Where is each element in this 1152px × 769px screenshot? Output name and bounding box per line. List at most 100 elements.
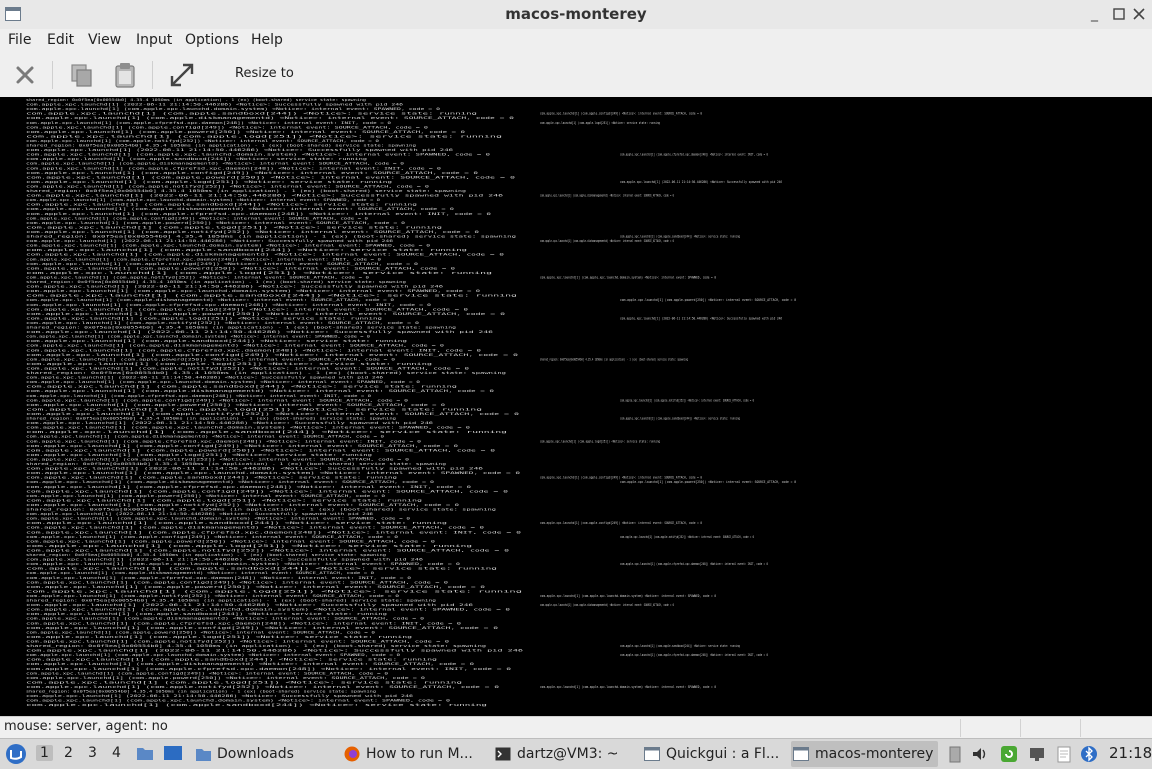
show-desktop-button[interactable] (163, 745, 183, 762)
log-line: com.apple.xpc.launchd[1] (com.apple.noti… (26, 412, 519, 416)
log-line: com.apple.xpc.launchd[1] (com.apple.noti… (26, 366, 469, 370)
start-menu-button[interactable] (5, 743, 27, 765)
log-line: com.apple.xpc.launchd[1] (com.apple.noti… (26, 685, 499, 689)
menu-view[interactable]: View (88, 32, 121, 48)
bluetooth-icon[interactable] (1080, 745, 1098, 763)
task-terminal[interactable]: dartz@VM3: ~ (493, 741, 635, 767)
update-manager-icon[interactable] (1000, 745, 1018, 763)
network-icon[interactable] (1028, 745, 1046, 763)
task-firefox[interactable]: How to run M... (342, 741, 484, 767)
resize-to-button[interactable]: Resize to (235, 66, 294, 81)
menu-help[interactable]: Help (251, 32, 283, 48)
log-line: com.apple.xpc.launchd[1] (com.apple.cfpr… (26, 257, 381, 261)
close-icon (1133, 8, 1145, 20)
log-line: com.apple.xpc.launchd[1] (com.apple.conf… (26, 353, 518, 357)
status-divider (1080, 719, 1081, 737)
log-line: com.apple.xpc.launchd[1] (com.apple.noti… (26, 548, 509, 552)
menu-options[interactable]: Options (185, 32, 239, 48)
workspace-3[interactable]: 3 (88, 745, 97, 761)
log-line: com.apple.xpc.launchd[1] (com.apple.sand… (26, 476, 397, 480)
log-line: com.apple.xpc.launchd[1] (com.apple.xpc.… (26, 153, 490, 157)
copy-button[interactable] (66, 59, 98, 91)
log-line: com.apple.xpc.launchd[1] (com.apple.conf… (26, 216, 368, 220)
log-line: shared_region: 0x0f5ea[0x00554b0] 4.35.4… (26, 417, 396, 421)
log-line: com.apple.xpc.launchd[1] (com.apple.conf… (26, 125, 428, 129)
clock: 21:18 (1109, 744, 1152, 762)
log-line: com.apple.xpc.launchd[1] (com.apple.noti… (620, 535, 754, 539)
status-divider (960, 719, 961, 737)
close-window-button[interactable] (1133, 6, 1145, 24)
log-line: com.apple.xpc.launchd[1] (com.apple.powe… (26, 630, 375, 634)
log-line: com.apple.xpc.launchd[1] (com.apple.powe… (26, 175, 515, 179)
log-line: com.apple.xpc.launchd[1] (com.apple.sand… (26, 339, 407, 343)
clipboard-tray-icon[interactable] (946, 745, 964, 763)
log-line: com.apple.xpc.launchd[1] (com.apple.sand… (26, 658, 437, 662)
firefox-icon (344, 746, 360, 762)
log-line: com.apple.xpc.launchd[1] (com.apple.powe… (620, 480, 796, 484)
log-line: com.apple.xpc.launchd[1] (com.apple.conf… (26, 489, 508, 493)
log-line: com.apple.xpc.launchd[1] (com.apple.cfpr… (26, 121, 391, 125)
log-line: com.apple.xpc.launchd[1] (com.apple.logd… (540, 121, 660, 125)
terminal-icon (495, 747, 511, 761)
workspace-4[interactable]: 4 (112, 745, 121, 761)
menu-input[interactable]: Input (136, 32, 172, 48)
fullscreen-button[interactable] (166, 59, 198, 91)
workspace-2[interactable]: 2 (64, 745, 73, 761)
log-line: com.apple.xpc.launchd[1] (com.apple.xpc.… (26, 289, 480, 293)
file-manager-launcher[interactable] (136, 745, 154, 761)
log-line: com.apple.xpc.launchd[1] (com.apple.logd… (26, 134, 502, 138)
notes-icon[interactable] (1055, 745, 1073, 763)
log-line: com.apple.xpc.launchd[1] (com.apple.disk… (540, 603, 674, 607)
log-line: com.apple.xpc.launchd[1] (com.apple.xpc.… (26, 380, 420, 384)
log-line: com.apple.xpc.launchd[1] (com.apple.powe… (26, 130, 465, 134)
log-line: com.apple.xpc.launchd[1] (com.apple.cfpr… (26, 166, 441, 170)
log-line: com.apple.xpc.launchd[1] (com.apple.sand… (620, 417, 740, 421)
volume-icon[interactable] (971, 745, 989, 763)
log-line: com.apple.xpc.launchd[1] (2022-06-11 21:… (26, 603, 473, 607)
task-quickgui[interactable]: Quickgui : a Fl... (642, 741, 784, 767)
task-downloads[interactable]: Downloads (193, 741, 333, 767)
mint-logo-icon (6, 744, 26, 764)
log-line: com.apple.xpc.launchd[1] (com.apple.noti… (26, 230, 479, 234)
log-line: com.apple.xpc.launchd[1] (com.apple.logd… (26, 453, 372, 457)
log-line: com.apple.xpc.launchd[1] (com.apple.cfpr… (26, 485, 471, 489)
status-bar: mouse: server, agent: no (0, 716, 1152, 739)
log-line: com.apple.xpc.launchd[1] (com.apple.noti… (26, 184, 429, 188)
menu-file[interactable]: File (8, 32, 31, 48)
log-line: com.apple.xpc.launchd[1] (com.apple.cfpr… (26, 667, 511, 671)
log-line: shared_region: 0x0f5ea[0x00554b0] 4.35.4… (26, 235, 516, 239)
vm-console-display[interactable]: shared_region: 0x0f5ea[0x00554b0] 4.35.4… (0, 97, 1152, 716)
log-line: com.apple.xpc.launchd[1] (com.apple.powe… (26, 494, 385, 498)
log-line: com.apple.xpc.launchd[1] (com.apple.conf… (540, 112, 702, 116)
log-line: com.apple.xpc.launchd[1] (com.apple.xpc.… (26, 517, 410, 521)
log-line: com.apple.xpc.launchd[1] (com.apple.conf… (26, 171, 478, 175)
minimize-button[interactable]: _ (1091, 6, 1098, 22)
window-title: macos-monterey (505, 5, 647, 23)
toolbar: Resize to (0, 53, 1152, 98)
workspace-1[interactable]: 1 (36, 745, 53, 761)
log-line: com.apple.xpc.launchd[1] (com.apple.logd… (26, 589, 522, 593)
window-icon (644, 747, 660, 761)
boot-log-text: shared_region: 0x0f5ea[0x00554b0] 4.35.4… (26, 98, 796, 707)
desktop-icon (164, 746, 182, 760)
log-line: com.apple.xpc.launchd[1] (com.apple.powe… (26, 403, 445, 407)
log-line: com.apple.xpc.launchd[1] (com.apple.disk… (26, 526, 484, 530)
log-line: com.apple.xpc.launchd[1] (com.apple.noti… (26, 594, 399, 598)
log-line: com.apple.xpc.launchd[1] (2022-06-11 21:… (26, 558, 423, 562)
task-macos-monterey[interactable]: macos-monterey (791, 741, 938, 767)
log-line: com.apple.xpc.launchd[1] (com.apple.disk… (26, 253, 504, 257)
log-line: com.apple.xpc.launchd[1] (com.apple.conf… (26, 444, 458, 448)
log-line: shared_region: 0x0f5ea[0x00554b0] 4.35.4… (26, 553, 386, 557)
log-line: com.apple.xpc.launchd[1] (com.apple.noti… (26, 503, 459, 507)
maximize-button[interactable] (1113, 6, 1125, 24)
log-line: com.apple.xpc.launchd[1] (com.apple.powe… (26, 312, 505, 316)
menu-bar: File Edit View Input Options Help (0, 29, 1152, 54)
disconnect-button[interactable] (9, 59, 41, 91)
folder-icon (196, 749, 211, 761)
paste-button[interactable] (109, 59, 141, 91)
log-line: com.apple.xpc.launchd[1] (com.apple.logd… (26, 635, 412, 639)
log-line: com.apple.xpc.launchd[1] (2022-06-11 21:… (26, 330, 493, 334)
log-line: com.apple.xpc.launchd[1] (com.apple.disk… (26, 571, 374, 575)
menu-edit[interactable]: Edit (47, 32, 74, 48)
log-line: com.apple.xpc.launchd[1] (com.apple.xpc.… (540, 685, 716, 689)
